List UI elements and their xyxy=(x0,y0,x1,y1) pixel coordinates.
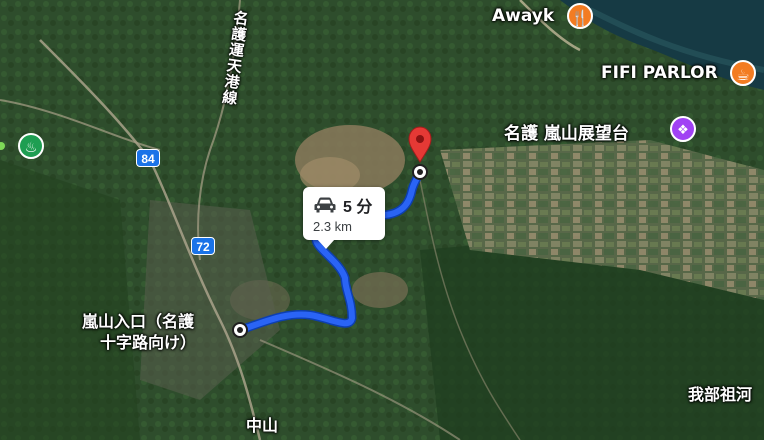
route-shield-72: 72 xyxy=(191,237,215,255)
origin-label-line2: 十字路向け） xyxy=(100,333,197,352)
place-label-gabusoka: 我部祖河 xyxy=(688,385,753,404)
route-info-callout[interactable]: 5 分 2.3 km xyxy=(303,187,385,249)
place-label-fifi-parlor[interactable]: FIFI PARLOR xyxy=(601,63,718,83)
route-shield-84: 84 xyxy=(136,149,160,167)
destination-marker-center xyxy=(417,169,423,175)
route-duration: 5 分 xyxy=(343,199,373,216)
restaurant-icon[interactable]: 🍴 xyxy=(567,3,593,29)
origin-label-line1: 嵐山入口（名護 xyxy=(82,312,195,331)
car-icon xyxy=(314,197,336,213)
route-distance: 2.3 km xyxy=(313,219,353,234)
place-label-awayk[interactable]: Awayk xyxy=(492,6,554,26)
origin-label[interactable]: 嵐山入口（名護 十字路向け） xyxy=(80,311,196,353)
origin-marker-center xyxy=(237,327,243,333)
hot-spring-icon[interactable]: ♨ xyxy=(18,133,44,159)
map-view[interactable]: 名護運天港線 84 72 Awayk 🍴 FIFI PARLOR ☕ 名護 嵐山… xyxy=(0,0,764,440)
place-label-nakayama: 中山 xyxy=(246,416,279,435)
viewpoint-icon[interactable]: ❖ xyxy=(670,116,696,142)
place-label-viewpoint[interactable]: 名護 嵐山展望台 xyxy=(504,119,629,144)
cafe-icon[interactable]: ☕ xyxy=(730,60,756,86)
